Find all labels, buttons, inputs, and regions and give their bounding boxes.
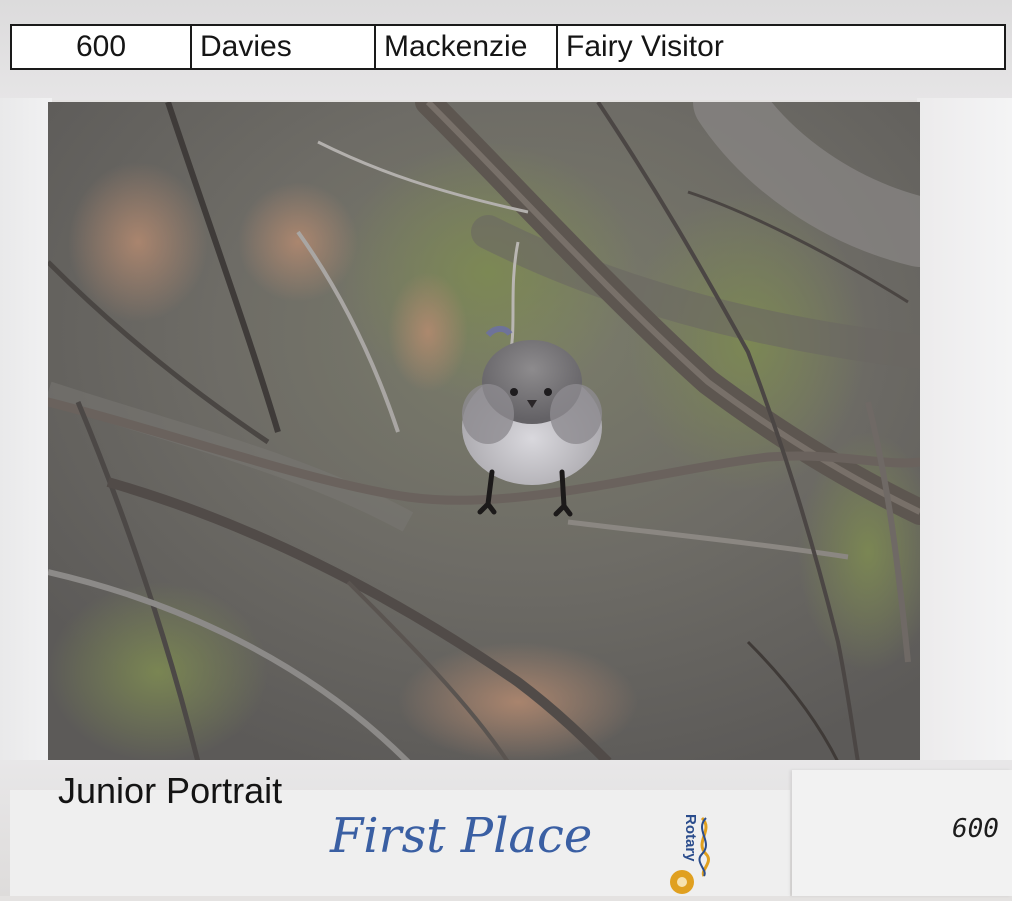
bird-photograph: [48, 102, 920, 762]
mat-right: [917, 98, 1012, 778]
svg-text:Rotary: Rotary: [682, 814, 699, 862]
entrant-surname: Davies: [192, 26, 376, 68]
award-text: First Place: [330, 808, 593, 864]
category-label: Junior Portrait: [58, 770, 283, 811]
entry-label-table: 600 Davies Mackenzie Fairy Visitor: [10, 24, 1006, 70]
mat-left: [0, 98, 52, 778]
entry-number: 600: [12, 26, 192, 68]
photo-scene: [48, 102, 920, 762]
photo-title: Fairy Visitor: [566, 30, 724, 63]
tag-number: 600: [952, 814, 999, 844]
entrant-first-name: Mackenzie: [376, 26, 558, 68]
rotary-logo: Rotary: [660, 812, 720, 896]
logo-text: Rotary: [682, 814, 699, 862]
